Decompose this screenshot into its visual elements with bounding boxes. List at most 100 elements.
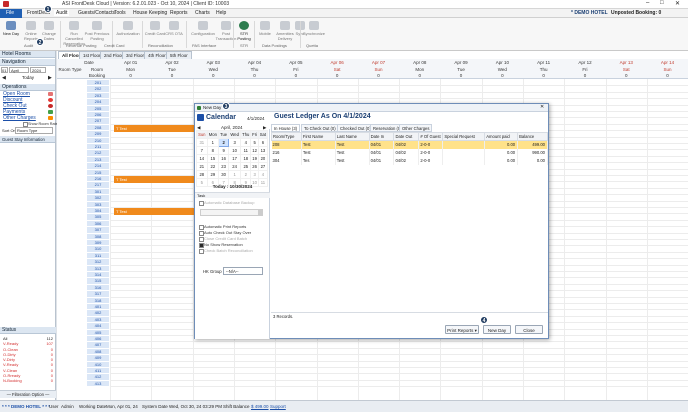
calendar-day[interactable]: 2 bbox=[218, 138, 230, 147]
booking-count: 0 bbox=[170, 73, 174, 78]
tab-to-check-out[interactable]: To Check Out (0) bbox=[301, 124, 339, 132]
menu-guests-contacts[interactable]: Guests/Contacts bbox=[78, 10, 115, 16]
booking-count: 0 bbox=[211, 73, 215, 78]
calendar-day[interactable]: 29 bbox=[206, 170, 220, 179]
table-row[interactable]: 216 Test Test 04/01 04/02 2-0-0 0.00 990.00 bbox=[271, 148, 548, 157]
table-row[interactable]: 208 Test Test 04/01 04/02 2-0-0 0.00 499.00 bbox=[271, 140, 548, 149]
menu-tools[interactable]: Tools bbox=[114, 10, 126, 16]
calendar-day[interactable]: 1 bbox=[206, 138, 220, 147]
automatic-backup-checkbox[interactable]: Automatic Database Backup bbox=[198, 200, 268, 206]
synchronize-button[interactable]: Synchronize bbox=[300, 21, 328, 36]
today-button[interactable]: Today bbox=[22, 75, 34, 80]
col-amount-paid[interactable]: Amount paid bbox=[484, 132, 519, 141]
calendar-day[interactable]: 4 bbox=[240, 138, 252, 147]
calendar-day[interactable]: 14 bbox=[196, 154, 208, 163]
tab-other-charges[interactable]: Other Charges bbox=[399, 124, 433, 132]
new-day-button-dialog[interactable]: New Day bbox=[483, 325, 511, 334]
new-day-button[interactable]: New Day bbox=[0, 21, 22, 36]
calendar-day[interactable]: 2 bbox=[240, 170, 252, 179]
maximize-icon[interactable]: □ bbox=[660, 0, 664, 6]
col-balance[interactable]: Balance bbox=[517, 132, 548, 141]
calendar-day[interactable]: 30 bbox=[218, 170, 230, 179]
calendar-day[interactable]: 16 bbox=[218, 154, 230, 163]
calendar-day[interactable]: 24 bbox=[228, 162, 242, 171]
prev-arrow-icon[interactable]: ◀ bbox=[2, 75, 6, 81]
menu-reports[interactable]: Reports bbox=[170, 10, 188, 16]
backup-path-field[interactable] bbox=[200, 209, 263, 216]
tab-5th-floor[interactable]: 5th Floor bbox=[166, 51, 192, 59]
col-first-name[interactable]: First Name bbox=[300, 132, 336, 141]
close-icon[interactable]: ✕ bbox=[675, 0, 680, 7]
col-last-name[interactable]: Last Name bbox=[334, 132, 370, 141]
calendar-day[interactable]: 25 bbox=[240, 162, 252, 171]
calendar-day[interactable]: 27 bbox=[257, 162, 269, 171]
col-date-out[interactable]: Date Out bbox=[393, 132, 420, 141]
calendar-day[interactable]: 11 bbox=[240, 146, 252, 155]
calendar-day[interactable]: 22 bbox=[206, 162, 220, 171]
credit-card-icon bbox=[150, 21, 160, 30]
calendar-day[interactable]: 9 bbox=[218, 146, 230, 155]
calendar-day[interactable]: 10 bbox=[228, 146, 242, 155]
calendar-day[interactable]: 23 bbox=[218, 162, 230, 171]
next-arrow-icon[interactable]: ▶ bbox=[48, 75, 52, 81]
calendar-day[interactable]: 17 bbox=[228, 154, 242, 163]
discount-icon bbox=[48, 98, 53, 102]
hotel-rooms-header: Hotel Rooms bbox=[0, 51, 55, 58]
hk-group-select[interactable]: --N/A-- bbox=[223, 267, 263, 275]
calendar-today[interactable]: Today : 10/30/2024 bbox=[197, 184, 268, 189]
calendar-icon bbox=[6, 21, 16, 30]
menu-charts[interactable]: Charts bbox=[195, 10, 210, 16]
booking-bar[interactable]: T Test bbox=[114, 176, 196, 183]
calendar-day[interactable]: 28 bbox=[196, 170, 208, 179]
menu-file[interactable]: File bbox=[6, 10, 14, 16]
post-previous-button[interactable]: Post Previous Posting bbox=[84, 21, 110, 41]
shift-balance-value[interactable]: $ 499.00 bbox=[251, 404, 269, 409]
booking-bar[interactable]: T Test bbox=[114, 124, 196, 132]
calendar-day[interactable]: 4 bbox=[257, 170, 269, 179]
table-row[interactable]: 304 Tes Test 04/01 04/02 2-0-0 0.00 0.00 bbox=[271, 156, 548, 165]
crs-ota-button[interactable]: CRS OTA bbox=[163, 21, 185, 36]
calendar-day[interactable]: 19 bbox=[250, 154, 259, 163]
calendar-day[interactable]: 1 bbox=[228, 170, 242, 179]
nav-year-field[interactable]: 2024 bbox=[30, 67, 46, 73]
print-reports-button[interactable]: Print Reports ▾ bbox=[445, 325, 479, 334]
menu-house-keeping[interactable]: House Keeping bbox=[133, 10, 167, 16]
date-header: Apr 14 bbox=[660, 60, 675, 65]
nav-day-field[interactable]: 01 bbox=[1, 67, 8, 73]
browse-folder-icon[interactable] bbox=[258, 210, 263, 215]
minimize-icon[interactable]: – bbox=[646, 0, 649, 6]
calendar-day[interactable]: 21 bbox=[196, 162, 208, 171]
calendar-day[interactable]: 7 bbox=[196, 146, 208, 155]
calendar-day[interactable]: 18 bbox=[240, 154, 252, 163]
calendar-day[interactable]: 26 bbox=[250, 162, 259, 171]
filteration-option[interactable]: — Filteration Option — bbox=[0, 390, 56, 398]
menu-audit[interactable]: Audit bbox=[54, 10, 70, 16]
tab-checked-out[interactable]: Checked Out (0) bbox=[337, 124, 374, 132]
calendar-day[interactable]: 3 bbox=[228, 138, 242, 147]
booking-bar[interactable]: T Test bbox=[114, 208, 196, 215]
sort-on-select[interactable]: Room Type bbox=[15, 127, 53, 134]
calendar-day[interactable]: 6 bbox=[257, 138, 269, 147]
calendar-day[interactable]: 15 bbox=[206, 154, 220, 163]
dialog-close-icon[interactable]: ✕ bbox=[540, 104, 544, 110]
nav-month-select[interactable]: April bbox=[9, 67, 29, 73]
calendar-day[interactable]: 12 bbox=[250, 146, 259, 155]
calendar-day[interactable]: 31 bbox=[196, 138, 208, 147]
str-posting-button[interactable]: STR Posting bbox=[233, 21, 255, 41]
support-link[interactable]: Support bbox=[270, 404, 286, 409]
menu-help[interactable]: Help bbox=[216, 10, 226, 16]
col-num-guest[interactable]: # Of Guest bbox=[418, 132, 444, 141]
calendar-day[interactable]: 13 bbox=[257, 146, 269, 155]
calendar-day[interactable]: 8 bbox=[206, 146, 220, 155]
calendar-day[interactable]: 20 bbox=[257, 154, 269, 163]
close-button[interactable]: Close bbox=[515, 325, 543, 334]
calendar-day[interactable]: 3 bbox=[250, 170, 259, 179]
calendar-day[interactable]: 5 bbox=[250, 138, 259, 147]
authorization-button[interactable]: Authorization bbox=[114, 21, 142, 36]
check-batch-reconciliation-checkbox[interactable]: Check Batch Reconciliation bbox=[198, 248, 268, 254]
tab-in-house[interactable]: In House (3) bbox=[271, 124, 301, 132]
col-room-type[interactable]: Room/Type bbox=[271, 132, 302, 141]
col-date-in[interactable]: Date In bbox=[368, 132, 395, 141]
col-special-request[interactable]: Special Request bbox=[442, 132, 486, 141]
room-number[interactable]: 413 bbox=[87, 380, 109, 388]
